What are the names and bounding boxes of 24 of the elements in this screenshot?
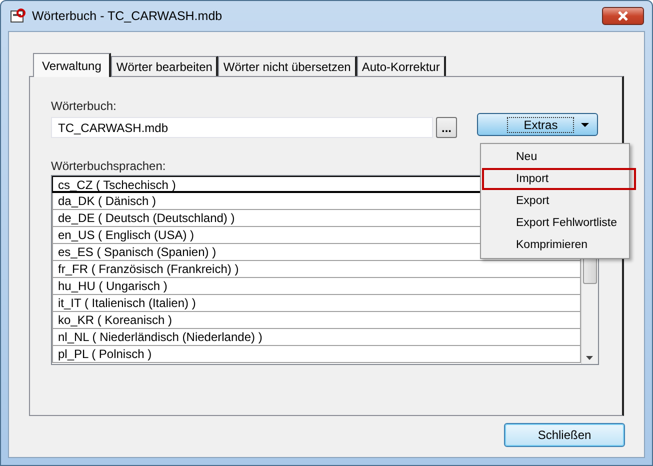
tab[interactable]: Verwaltung: [33, 53, 112, 77]
window-title: Wörterbuch - TC_CARWASH.mdb: [32, 9, 224, 23]
menu-item[interactable]: Neu: [483, 146, 627, 168]
tab[interactable]: Wörter nicht übersetzen: [218, 56, 357, 76]
dictionary-label: Wörterbuch:: [51, 99, 118, 115]
language-item[interactable]: fr_FR ( Französisch (Frankreich) ): [52, 261, 581, 278]
language-item[interactable]: pl_PL ( Polnisch ): [52, 346, 581, 363]
browse-button[interactable]: ...: [436, 117, 458, 138]
tab[interactable]: Auto-Korrektur: [356, 56, 446, 76]
close-dialog-button[interactable]: Schließen: [504, 422, 625, 446]
language-item[interactable]: hu_HU ( Ungarisch ): [52, 278, 581, 295]
scroll-down-icon[interactable]: [586, 356, 593, 360]
languages-label: Wörterbuchsprachen:: [51, 159, 167, 175]
menu-item[interactable]: Import: [482, 168, 636, 190]
dictionary-field[interactable]: TC_CARWASH.mdb: [51, 117, 433, 138]
app-icon: [10, 8, 26, 24]
close-icon: [617, 11, 629, 21]
extras-button[interactable]: Extras: [477, 113, 598, 136]
language-item[interactable]: it_IT ( Italienisch (Italien) ): [52, 295, 581, 312]
caret-icon: [581, 122, 590, 126]
close-button[interactable]: [602, 7, 644, 25]
tab[interactable]: Wörter bearbeiten: [111, 56, 218, 76]
language-item[interactable]: nl_NL ( Niederländisch (Niederlande) ): [52, 329, 581, 346]
language-item[interactable]: ko_KR ( Koreanisch ): [52, 312, 581, 329]
